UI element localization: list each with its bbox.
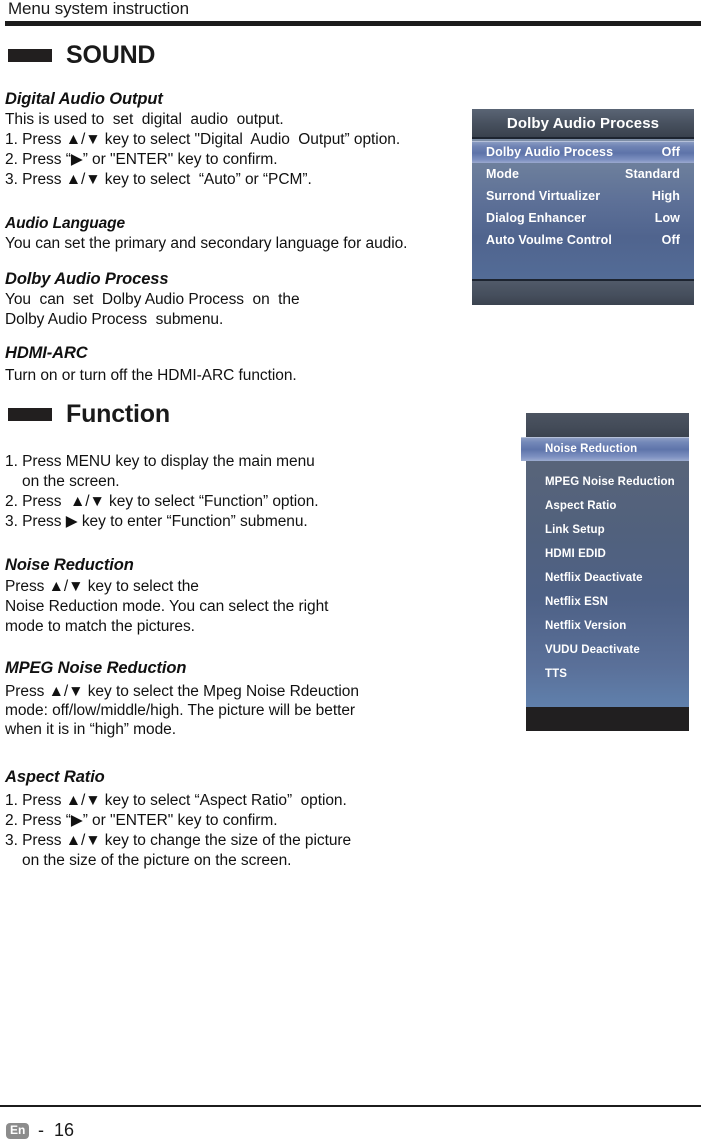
paragraph-audio-language-l1: You can set the primary and secondary la… (5, 235, 408, 252)
osd-dolby-row-dialog-enhancer[interactable]: Dialog Enhancer Low (472, 207, 694, 229)
subheading-digital-audio-output: Digital Audio Output (5, 90, 163, 108)
paragraph-mpeg-noise-reduction-l1: Press ▲/▼ key to select the Mpeg Noise R… (5, 683, 359, 700)
section-bullet-icon (8, 49, 52, 62)
osd-dolby-footer-bar (472, 281, 694, 305)
osd-dolby-row-surround-virtualizer[interactable]: Surrond Virtualizer High (472, 185, 694, 207)
osd-dolby-row-value: Off (661, 233, 680, 247)
subheading-mpeg-noise-reduction: MPEG Noise Reduction (5, 659, 187, 677)
paragraph-mpeg-noise-reduction-l2: mode: off/low/middle/high. The picture w… (5, 702, 356, 719)
section-heading-function: Function (8, 400, 170, 429)
paragraph-hdmi-arc-l1: Turn on or turn off the HDMI-ARC functio… (5, 367, 297, 384)
osd-function-row-tts[interactable]: TTS (526, 662, 689, 686)
osd-dolby-row-label: Auto Voulme Control (486, 233, 612, 247)
paragraph-noise-reduction-l1: Press ▲/▼ key to select the (5, 578, 199, 595)
osd-dolby-row-mode[interactable]: Mode Standard (472, 163, 694, 185)
paragraph-aspect-ratio-l2: 2. Press “▶” or "ENTER" key to confirm. (5, 812, 278, 829)
osd-function-row-vudu-deactivate[interactable]: VUDU Deactivate (526, 638, 689, 662)
osd-function-row-label: Netflix Version (545, 620, 627, 632)
paragraph-function-steps-l4: 3. Press ▶ key to enter “Function” subme… (5, 513, 308, 530)
osd-dolby-row-value: Off (661, 145, 680, 159)
osd-function-row-label: Netflix ESN (545, 596, 609, 608)
paragraph-dolby-audio-process-l1: You can set Dolby Audio Process on the (5, 291, 300, 308)
paragraph-digital-audio-output-l2: 1. Press ▲/▼ key to select "Digital Audi… (5, 131, 401, 148)
osd-dolby-row-label: Dialog Enhancer (486, 211, 587, 225)
subheading-noise-reduction: Noise Reduction (5, 556, 134, 574)
osd-function-row-label: HDMI EDID (545, 548, 606, 560)
paragraph-noise-reduction-l3: mode to match the pictures. (5, 618, 195, 635)
subheading-dolby-audio-process: Dolby Audio Process (5, 270, 169, 288)
osd-function-row-label: TTS (545, 668, 568, 680)
osd-dolby-row-dolby-audio-process[interactable]: Dolby Audio Process Off (472, 141, 694, 163)
paragraph-aspect-ratio-l3: 3. Press ▲/▼ key to change the size of t… (5, 832, 352, 849)
osd-function-row-aspect-ratio[interactable]: Aspect Ratio (526, 494, 689, 518)
paragraph-mpeg-noise-reduction-l3: when it is in “high” mode. (5, 721, 177, 738)
page-number: - 16 (38, 1120, 75, 1140)
osd-dolby-row-value: High (651, 189, 680, 203)
paragraph-digital-audio-output-l3: 2. Press “▶” or "ENTER" key to confirm. (5, 151, 278, 168)
subheading-audio-language: Audio Language (5, 215, 126, 232)
paragraph-aspect-ratio-l1: 1. Press ▲/▼ key to select “Aspect Ratio… (5, 792, 347, 809)
section-heading-sound: SOUND (8, 41, 155, 70)
osd-function-row-label: Link Setup (545, 524, 605, 536)
osd-function-row-netflix-version[interactable]: Netflix Version (526, 614, 689, 638)
osd-dolby-title: Dolby Audio Process (472, 109, 694, 137)
osd-dolby-row-label: Surrond Virtualizer (486, 189, 601, 203)
osd-function-row-netflix-esn[interactable]: Netflix ESN (526, 590, 689, 614)
osd-function-footer-bar (526, 707, 689, 731)
subheading-hdmi-arc: HDMI-ARC (5, 344, 88, 362)
osd-dolby-row-label: Dolby Audio Process (486, 145, 614, 159)
header-divider (5, 21, 701, 26)
paragraph-function-steps-l3: 2. Press ▲/▼ key to select “Function” op… (5, 493, 319, 510)
osd-function-row-label: Noise Reduction (545, 443, 638, 455)
page-title: Menu system instruction (8, 0, 189, 18)
osd-function-row-noise-reduction[interactable]: Noise Reduction (521, 437, 689, 461)
paragraph-noise-reduction-l2: Noise Reduction mode. You can select the… (5, 598, 329, 615)
osd-function-spacer (526, 461, 689, 470)
paragraph-function-steps-l1: 1. Press MENU key to display the main me… (5, 453, 315, 470)
paragraph-function-steps-l2: on the screen. (5, 473, 120, 490)
osd-function-top-bar (526, 413, 689, 437)
osd-function-row-mpeg-noise-reduction[interactable]: MPEG Noise Reduction (526, 470, 689, 494)
section-title-sound: SOUND (66, 41, 156, 69)
osd-function-row-label: MPEG Noise Reduction (545, 476, 675, 488)
osd-function-row-label: VUDU Deactivate (545, 644, 640, 656)
paragraph-digital-audio-output-l1: This is used to set digital audio output… (5, 111, 284, 128)
osd-function-row-link-setup[interactable]: Link Setup (526, 518, 689, 542)
osd-dolby-row-auto-volume-control[interactable]: Auto Voulme Control Off (472, 229, 694, 251)
section-bullet-icon (8, 408, 52, 421)
osd-function-row-hdmi-edid[interactable]: HDMI EDID (526, 542, 689, 566)
osd-dolby-row-label: Mode (486, 167, 520, 181)
footer-divider (0, 1105, 701, 1107)
language-badge: En (6, 1123, 30, 1139)
osd-dolby-audio-process-panel: Dolby Audio Process Dolby Audio Process … (472, 109, 694, 305)
osd-function-row-label: Aspect Ratio (545, 500, 617, 512)
section-title-function: Function (66, 400, 170, 428)
osd-dolby-row-value: Standard (625, 167, 680, 181)
osd-dolby-row-value: Low (654, 211, 680, 225)
paragraph-dolby-audio-process-l2: Dolby Audio Process submenu. (5, 311, 224, 328)
paragraph-digital-audio-output-l4: 3. Press ▲/▼ key to select “Auto” or “PC… (5, 171, 312, 188)
osd-function-row-netflix-deactivate[interactable]: Netflix Deactivate (526, 566, 689, 590)
osd-function-menu-list: Noise Reduction MPEG Noise Reduction Asp… (521, 437, 689, 707)
subheading-aspect-ratio: Aspect Ratio (5, 768, 105, 786)
osd-function-row-label: Netflix Deactivate (545, 572, 643, 584)
osd-function-panel: Noise Reduction MPEG Noise Reduction Asp… (521, 413, 689, 731)
paragraph-aspect-ratio-l4: on the size of the picture on the screen… (5, 852, 292, 869)
osd-dolby-menu-list: Dolby Audio Process Off Mode Standard Su… (472, 139, 694, 279)
